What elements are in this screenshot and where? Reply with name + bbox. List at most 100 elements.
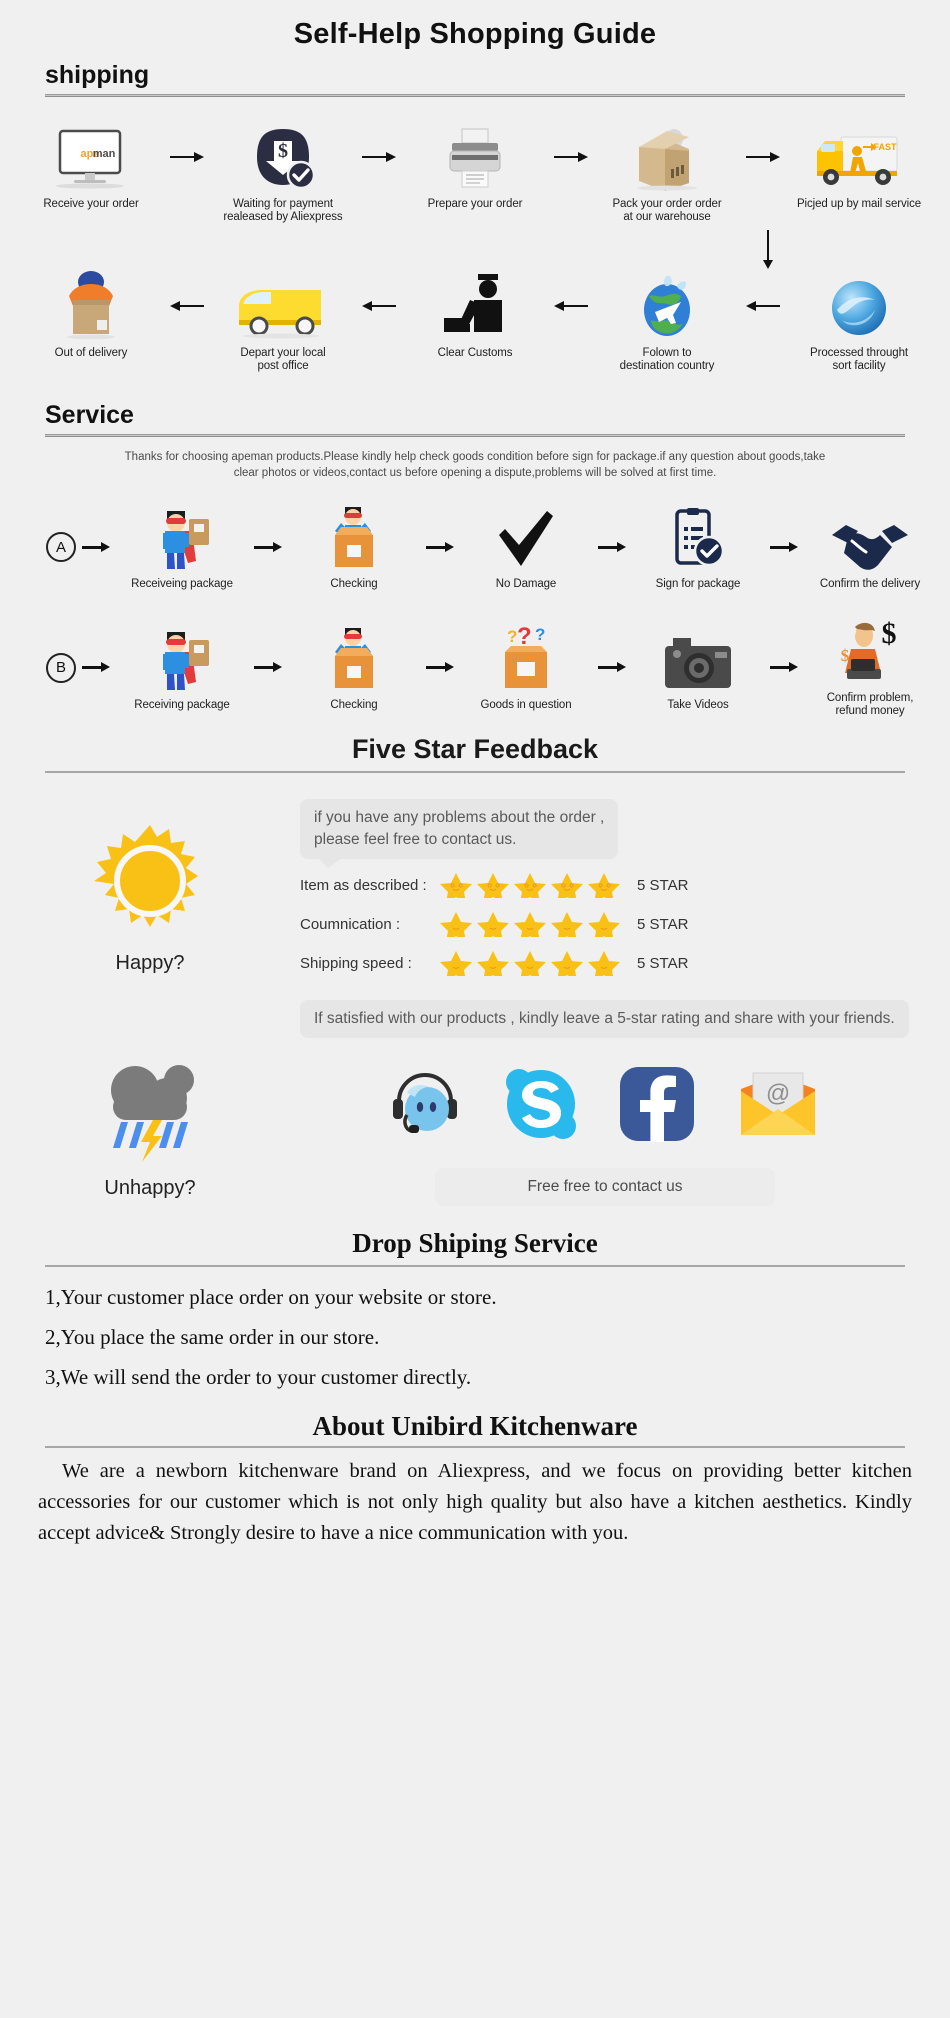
refund-agent-icon: $ $ bbox=[804, 617, 936, 685]
step-label: Confirm problem, refund money bbox=[826, 692, 914, 717]
badge-b: B bbox=[46, 652, 76, 683]
step-label: Folown to destination country bbox=[619, 347, 715, 372]
unhappy-label: Unhappy? bbox=[104, 1177, 196, 1199]
dropshipping-step: 3,We will send the order to your custome… bbox=[45, 1365, 472, 1389]
storm-cloud-icon bbox=[91, 1058, 209, 1167]
email-icon[interactable]: @ bbox=[733, 1067, 823, 1146]
happy-block: Happy? bbox=[0, 799, 300, 1038]
shipping-row-2: Out of delivery Depart your local post o… bbox=[0, 271, 950, 373]
packing-box-icon bbox=[593, 123, 741, 191]
feedback-section: Happy? if you have any problems about th… bbox=[0, 773, 950, 1038]
step-label: Checking bbox=[330, 578, 378, 590]
rating-value: 5 STAR bbox=[637, 876, 689, 894]
bubble-bottom: If satisfied with our products , kindly … bbox=[300, 1000, 909, 1038]
star-rating bbox=[438, 911, 623, 937]
svg-text:$: $ bbox=[278, 140, 288, 162]
feedback-title: Five Star Feedback bbox=[351, 734, 599, 764]
contact-button[interactable]: Free free to contact us bbox=[435, 1168, 775, 1206]
svg-text:?: ? bbox=[507, 627, 517, 646]
arrow-right-icon bbox=[420, 513, 460, 581]
shipping-step: Prepare your order bbox=[401, 123, 549, 211]
shipping-step: FAST Picjed up by mail service bbox=[785, 123, 933, 211]
step-label: Goods in question bbox=[480, 698, 572, 711]
shipping-step: $ Waiting for payment realeased by Aliex… bbox=[209, 123, 357, 224]
svg-text:man: man bbox=[93, 148, 116, 160]
customs-officer-icon bbox=[401, 272, 549, 340]
contact-channels: @ Free free to contact us bbox=[300, 1058, 950, 1206]
step-label: Out of delivery bbox=[54, 347, 128, 359]
arrow-left-icon bbox=[549, 272, 593, 340]
rating-value: 5 STAR bbox=[637, 915, 689, 933]
step-label: Picjed up by mail service bbox=[796, 198, 922, 210]
skype-icon[interactable] bbox=[501, 1064, 581, 1149]
service-step: ? ? ? Goods in question bbox=[460, 624, 592, 712]
step-label: Prepare your order bbox=[427, 198, 523, 210]
printer-icon bbox=[401, 123, 549, 191]
arrow-right-icon bbox=[76, 634, 116, 702]
payment-dollar-icon: $ bbox=[209, 123, 357, 191]
arrow-right-icon bbox=[248, 513, 288, 581]
service-step: Take Videos bbox=[632, 624, 764, 712]
rating-value: 5 STAR bbox=[637, 954, 689, 972]
arrow-down-icon bbox=[763, 230, 773, 269]
rating-label: Coumnication : bbox=[300, 915, 401, 933]
arrow-right-icon bbox=[76, 513, 116, 581]
dropshipping-step: 1,Your customer place order on your webs… bbox=[45, 1285, 497, 1309]
arrow-right-icon bbox=[357, 123, 401, 191]
hero-receiving-package-icon bbox=[116, 624, 248, 692]
arrow-right-icon bbox=[248, 634, 288, 702]
service-step: Receiving package bbox=[116, 624, 248, 712]
arrow-right-icon bbox=[741, 123, 785, 191]
step-label: Depart your local post office bbox=[240, 347, 326, 372]
step-label: No Damage bbox=[495, 578, 557, 590]
arrow-right-icon bbox=[165, 123, 209, 191]
rating-row: Item as described : 5 STAR bbox=[300, 872, 910, 898]
shipping-step: Clear Customs bbox=[401, 272, 549, 360]
rating-row: Shipping speed : 5 STAR bbox=[300, 950, 910, 976]
shipping-step: ape man Receive your order bbox=[17, 123, 165, 211]
step-label: Waiting for payment realeased by Aliexpr… bbox=[223, 198, 343, 223]
step-label: Receive your order bbox=[43, 198, 139, 210]
svg-text:?: ? bbox=[535, 625, 545, 644]
svg-text:FAST: FAST bbox=[873, 142, 897, 152]
contact-section: Unhappy? @ Free free to contact us bbox=[0, 1038, 950, 1206]
shipping-divider bbox=[45, 94, 905, 97]
step-label: Processed throught sort facility bbox=[810, 347, 908, 372]
shipping-step: Depart your local post office bbox=[209, 272, 357, 373]
camera-icon bbox=[632, 624, 764, 692]
svg-text:@: @ bbox=[766, 1080, 790, 1107]
service-step: Confirm the delivery bbox=[804, 503, 936, 591]
about-body: We are a newborn kitchenware brand on Al… bbox=[38, 1460, 912, 1544]
shipping-step: Folown to destination country bbox=[593, 272, 741, 373]
bubble-top: if you have any problems about the order… bbox=[300, 799, 619, 868]
arrow-left-icon bbox=[741, 272, 785, 340]
step-label: Receiving package bbox=[134, 698, 230, 711]
step-label: Confirm the delivery bbox=[819, 578, 921, 590]
step-label: Pack your order order at our warehouse bbox=[612, 198, 722, 223]
handshake-icon bbox=[804, 503, 936, 571]
arrow-left-icon bbox=[165, 272, 209, 340]
shipping-row-1: ape man Receive your order $ Waiting for… bbox=[0, 123, 950, 224]
shipping-step: Processed throught sort facility bbox=[785, 272, 933, 373]
globe-airplane-icon bbox=[593, 272, 741, 340]
shipping-heading: shipping bbox=[45, 61, 150, 89]
star-rating bbox=[438, 872, 623, 898]
arrow-down-wrap bbox=[0, 230, 950, 270]
question-box-icon: ? ? ? bbox=[460, 624, 592, 692]
facebook-icon[interactable] bbox=[617, 1064, 697, 1149]
dropshipping-steps: 1,Your customer place order on your webs… bbox=[0, 1267, 950, 1397]
rating-row: Coumnication : 5 STAR bbox=[300, 911, 910, 937]
arrow-right-icon bbox=[549, 123, 593, 191]
about-title: About Unibird Kitchenware bbox=[312, 1411, 638, 1441]
delivery-truck-fast-icon: FAST bbox=[785, 123, 933, 191]
signed-document-icon bbox=[632, 503, 764, 571]
dropshipping-step: 2,You place the same order in our store. bbox=[45, 1325, 380, 1349]
monitor-apeman-icon: ape man bbox=[17, 123, 165, 191]
service-step: Checking bbox=[288, 624, 420, 712]
badge-a: A bbox=[46, 532, 76, 562]
arrow-right-icon bbox=[592, 634, 632, 702]
step-label: Receiveing package bbox=[131, 578, 233, 590]
step-label: Take Videos bbox=[667, 698, 729, 711]
trademanager-icon[interactable] bbox=[387, 1067, 465, 1146]
sun-icon bbox=[94, 825, 206, 942]
